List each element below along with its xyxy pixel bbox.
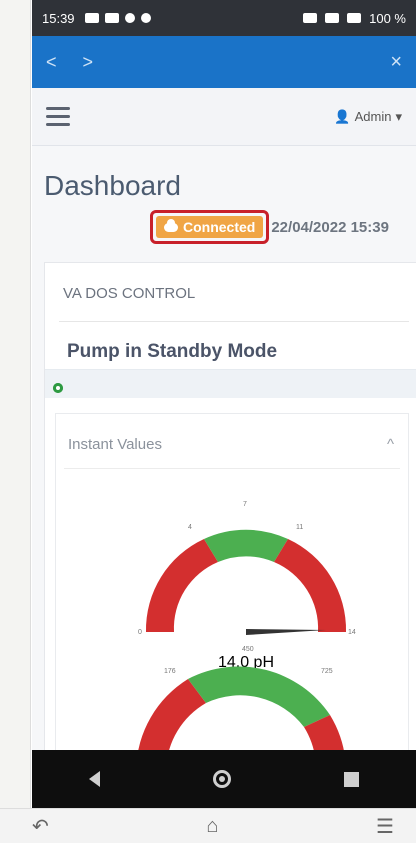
battery-text: 100 %: [369, 10, 406, 26]
admin-menu[interactable]: 👤 Admin ▾: [334, 109, 402, 125]
instant-values-title: Instant Values: [68, 436, 162, 453]
gauge-tick-label: 0: [138, 629, 142, 636]
recents-square-icon[interactable]: [344, 771, 360, 787]
app-icon-2: [140, 13, 151, 23]
gauge-needle: [246, 629, 326, 635]
status-time: 15:39: [42, 10, 75, 26]
gauge2-red-left: [136, 679, 206, 769]
last-update-datetime: 22/04/2022 15:39: [271, 218, 389, 236]
undo-icon[interactable]: ↶: [32, 814, 49, 839]
connection-badge: Connected: [156, 216, 264, 238]
home-icon[interactable]: ⌂: [206, 815, 218, 838]
gauge-red-right: [274, 539, 347, 632]
device-card: VA DOS CONTROL Pump in Standby Mode Inst…: [44, 262, 416, 769]
ph-gauge-svg: 0 4 7 11 14: [138, 501, 356, 636]
mail-icon: [84, 13, 99, 23]
app-header: 👤 Admin ▾: [32, 88, 416, 146]
browser-bar: < > ×: [32, 36, 416, 88]
page-title: Dashboard: [44, 170, 181, 201]
status-bar: 15:39 100 %: [32, 0, 416, 36]
paper-margin: [0, 0, 31, 843]
mail-icon-2: [104, 13, 119, 23]
gauge-red-left: [145, 539, 218, 632]
user-icon: 👤: [334, 108, 351, 124]
collapse-icon[interactable]: ^: [387, 436, 394, 453]
viewer-bottom-bar: ↶ ⌂ ☰: [0, 808, 416, 843]
settings-strip: [45, 369, 416, 398]
home-circle-icon[interactable]: [212, 770, 231, 788]
gauge-green: [204, 529, 288, 562]
gauge-tick-label: 14: [348, 629, 356, 636]
instant-values-panel: Instant Values ^ 0 4 7 11 14 14.0 pH pH …: [55, 413, 409, 769]
gauge-tick-label: 725: [321, 668, 333, 675]
back-triangle-icon[interactable]: [88, 771, 100, 787]
admin-label: Admin: [354, 109, 392, 124]
browser-close-button[interactable]: ×: [390, 51, 402, 74]
connection-highlight-frame: Connected: [150, 210, 270, 244]
connection-badge-text: Connected: [183, 219, 256, 235]
browser-back-button[interactable]: <: [46, 52, 57, 73]
connection-status-row: Connected 22/04/2022 15:39: [150, 210, 389, 244]
cloud-icon: [164, 218, 178, 232]
signal-icon: [325, 13, 340, 23]
gauge-tick-label: 4: [188, 524, 192, 531]
divider: [59, 321, 409, 322]
pump-status: Pump in Standby Mode: [67, 341, 278, 362]
gauge-tick-label: 11: [296, 524, 303, 531]
second-gauge-svg: 176 450 725: [136, 646, 346, 769]
gauge2-green: [188, 666, 330, 727]
browser-forward-button[interactable]: >: [83, 52, 94, 73]
gauge-tick-label: 7: [243, 501, 247, 508]
wifi-icon: [303, 13, 318, 23]
android-nav-bar: [32, 750, 416, 808]
menu-icon[interactable]: ☰: [376, 814, 394, 839]
second-gauge: 176 450 725: [116, 639, 376, 769]
section-title: VA DOS CONTROL: [63, 285, 196, 302]
chevron-down-icon: ▾: [395, 108, 402, 124]
gauge-tick-label: 176: [164, 668, 176, 675]
divider: [64, 468, 400, 469]
gear-icon[interactable]: [53, 383, 63, 393]
gauge-tick-label: 450: [242, 646, 254, 653]
hamburger-icon[interactable]: [46, 107, 70, 126]
battery-icon: [347, 13, 362, 23]
phone-screen: 15:39 100 % < > × 👤 Admin ▾ Dashboard Co…: [32, 0, 416, 808]
app-icon: [124, 13, 135, 23]
